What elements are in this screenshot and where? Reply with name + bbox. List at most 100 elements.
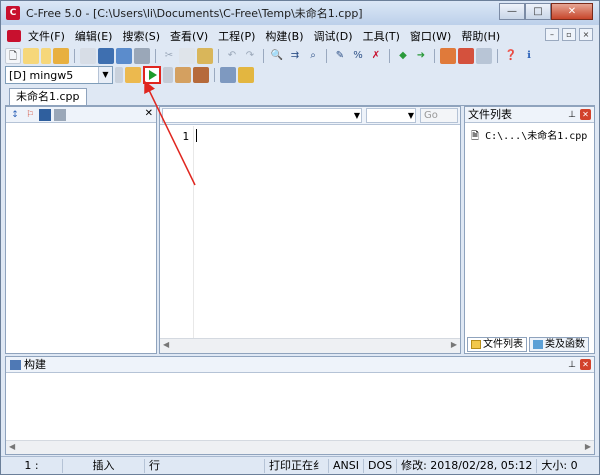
status-line: 行 xyxy=(145,458,265,473)
file-icon: 🗎 xyxy=(471,131,480,142)
bookmark-next-icon[interactable] xyxy=(458,48,474,64)
status-insert-mode: 插入 xyxy=(63,458,145,473)
close-button[interactable]: ✕ xyxy=(551,3,593,20)
title-bar-buttons: — □ ✕ xyxy=(499,3,593,20)
filter-icon[interactable]: ⚐ xyxy=(24,109,36,121)
debug-icon[interactable] xyxy=(220,67,236,83)
paste-icon[interactable] xyxy=(197,48,213,64)
toggle-comment-icon[interactable]: ✗ xyxy=(368,48,384,64)
menu-search[interactable]: 搜索(S) xyxy=(117,28,165,44)
open-folder-icon[interactable] xyxy=(23,48,39,64)
cut-icon[interactable]: ✂ xyxy=(161,48,177,64)
pin-icon[interactable]: ⊥ xyxy=(568,110,576,120)
menu-build[interactable]: 构建(B) xyxy=(260,28,308,44)
format-icon[interactable]: ✎ xyxy=(332,48,348,64)
toolbar-separator xyxy=(326,49,327,63)
code-editor[interactable]: ▼ ▼ Go 1 ◀ ▶ xyxy=(159,106,461,354)
compiler-select[interactable]: [D] mingw5 ▼ xyxy=(5,66,113,84)
tab-class-functions-label: 类及函数 xyxy=(545,339,585,350)
close-file-icon[interactable] xyxy=(80,48,96,64)
minimize-button[interactable]: — xyxy=(499,3,525,20)
tab-class-functions[interactable]: 类及函数 xyxy=(529,337,589,352)
redo-icon[interactable]: ↷ xyxy=(242,48,258,64)
find-in-files-icon[interactable]: ⌕ xyxy=(305,48,321,64)
line-number-gutter: 1 xyxy=(160,126,194,338)
maximize-button[interactable]: □ xyxy=(525,3,551,20)
title-bar[interactable]: C C-Free 5.0 - [C:\Users\li\Documents\C-… xyxy=(1,1,599,25)
function-select[interactable]: ▼ xyxy=(366,108,416,123)
scroll-left-icon[interactable]: ◀ xyxy=(9,442,15,451)
menu-project[interactable]: 工程(P) xyxy=(213,28,260,44)
build-panel-header: 构建 ⊥ ✕ xyxy=(6,357,594,373)
close-icon[interactable]: ✕ xyxy=(580,359,591,370)
line-number: 1 xyxy=(182,130,189,143)
rebuild-icon[interactable] xyxy=(193,67,209,83)
find-next-icon[interactable]: ⇉ xyxy=(287,48,303,64)
status-encoding: ANSI xyxy=(329,458,364,473)
percent-icon[interactable]: % xyxy=(350,48,366,64)
scope-select[interactable]: ▼ xyxy=(162,108,362,123)
toolbar-separator xyxy=(434,49,435,63)
mdi-restore-button[interactable]: ▫ xyxy=(562,28,576,41)
bookmark-icon[interactable] xyxy=(440,48,456,64)
build-icon[interactable] xyxy=(175,67,191,83)
tab-untitled-1-cpp[interactable]: 未命名1.cpp xyxy=(9,88,87,106)
view-icon[interactable] xyxy=(39,108,51,121)
status-position: 1 : xyxy=(1,458,63,473)
sort-icon[interactable]: ↕ xyxy=(9,109,21,121)
build-toolbar: [D] mingw5 ▼ xyxy=(5,65,254,85)
help-icon[interactable]: ❓ xyxy=(503,48,519,64)
run-button[interactable] xyxy=(143,66,161,84)
close-icon[interactable]: ✕ xyxy=(580,109,591,120)
toolbar-separator xyxy=(214,68,215,82)
save-all-icon[interactable] xyxy=(116,48,132,64)
panel-controls: ⊥ ✕ xyxy=(568,108,591,123)
compiler-settings-icon[interactable] xyxy=(115,67,123,83)
mdi-minimize-button[interactable]: – xyxy=(545,28,559,41)
pin-icon[interactable]: ⊥ xyxy=(568,360,576,370)
find-icon[interactable]: 🔍 xyxy=(269,48,285,64)
build-icon xyxy=(10,359,21,370)
mdi-close-button[interactable]: × xyxy=(579,28,593,41)
close-icon[interactable]: ✕ xyxy=(145,108,153,119)
tab-file-list[interactable]: 文件列表 xyxy=(467,337,527,352)
forward-icon[interactable]: ➜ xyxy=(413,48,429,64)
menu-debug[interactable]: 调试(D) xyxy=(309,28,358,44)
tab-file-list-label: 文件列表 xyxy=(483,339,523,350)
horizontal-scrollbar[interactable]: ◀ ▶ xyxy=(160,338,460,353)
menu-help[interactable]: 帮助(H) xyxy=(456,28,505,44)
menu-window[interactable]: 窗口(W) xyxy=(405,28,456,44)
chevron-down-icon: ▼ xyxy=(98,67,112,83)
toolbar-separator xyxy=(74,49,75,63)
c-free-app-icon: C xyxy=(6,6,20,20)
undo-icon[interactable]: ↶ xyxy=(224,48,240,64)
menu-file[interactable]: 文件(F) xyxy=(23,28,70,44)
menu-tools[interactable]: 工具(T) xyxy=(358,28,405,44)
compile-icon[interactable] xyxy=(125,67,141,83)
list-icon[interactable] xyxy=(54,108,66,121)
breakpoint-icon[interactable] xyxy=(238,67,254,83)
go-button[interactable]: Go xyxy=(420,108,458,123)
open-project-icon[interactable] xyxy=(53,48,69,64)
scroll-left-icon[interactable]: ◀ xyxy=(163,340,169,349)
horizontal-scrollbar[interactable]: ◀ ▶ xyxy=(6,440,594,454)
toolbar-separator xyxy=(263,49,264,63)
menu-view[interactable]: 查看(V) xyxy=(165,28,213,44)
copy-icon[interactable] xyxy=(179,48,195,64)
scroll-right-icon[interactable]: ▶ xyxy=(451,340,457,349)
stop-icon[interactable] xyxy=(163,67,173,83)
file-list-item[interactable]: 🗎 C:\...\未命名1.cpp xyxy=(471,127,587,146)
scroll-right-icon[interactable]: ▶ xyxy=(585,442,591,451)
save-icon[interactable] xyxy=(98,48,114,64)
info-icon[interactable]: ℹ xyxy=(521,48,537,64)
new-file-icon[interactable]: 🗋 xyxy=(5,48,21,64)
back-icon[interactable]: ◆ xyxy=(395,48,411,64)
menu-app-icon[interactable] xyxy=(7,30,21,42)
editor-navigation-bar: ▼ ▼ Go xyxy=(160,107,460,125)
menu-edit[interactable]: 编辑(E) xyxy=(70,28,118,44)
print-icon[interactable] xyxy=(134,48,150,64)
toolbar-separator xyxy=(389,49,390,63)
standard-toolbar: 🗋 ✂ ↶ ↷ 🔍 ⇉ ⌕ ✎ % ✗ ◆ ➜ ❓ ℹ xyxy=(5,46,537,66)
open-dropdown-icon[interactable] xyxy=(41,48,51,64)
bookmark-clear-icon[interactable] xyxy=(476,48,492,64)
